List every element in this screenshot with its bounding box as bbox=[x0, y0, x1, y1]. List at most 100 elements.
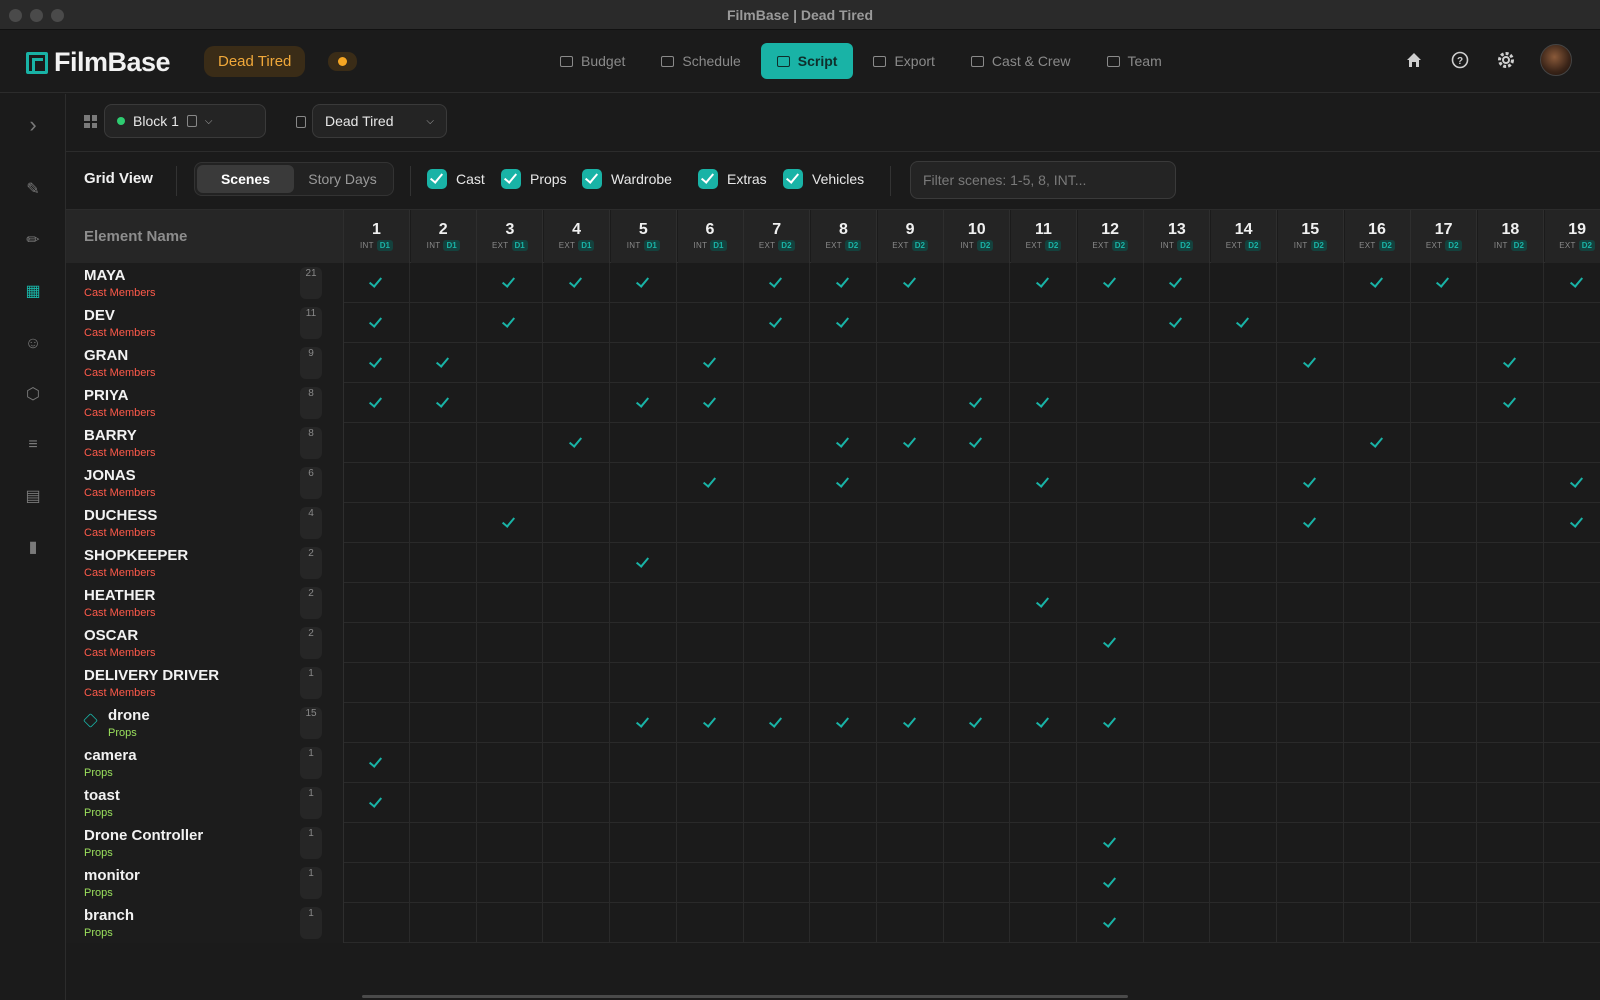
grid-cell[interactable] bbox=[811, 623, 877, 663]
element-name-cell[interactable]: camera Props 1 bbox=[66, 743, 344, 783]
grid-cell[interactable] bbox=[1345, 343, 1411, 383]
block-dropdown[interactable]: Block 1 ⌵ bbox=[104, 104, 266, 138]
scene-column-header[interactable]: 13 INT D2 bbox=[1144, 210, 1211, 263]
grid-cell[interactable] bbox=[1278, 383, 1344, 423]
grid-cell[interactable] bbox=[544, 343, 611, 383]
grid-cell[interactable] bbox=[477, 503, 544, 543]
grid-cell[interactable] bbox=[878, 343, 944, 383]
grid-cell[interactable] bbox=[1144, 863, 1211, 903]
grid-cell[interactable] bbox=[744, 663, 811, 703]
grid-cell[interactable] bbox=[1478, 703, 1544, 743]
grid-cell[interactable] bbox=[1144, 623, 1211, 663]
element-name-cell[interactable]: PRIYA Cast Members 8 bbox=[66, 383, 344, 423]
grid-cell[interactable] bbox=[544, 463, 611, 503]
grid-cell[interactable] bbox=[811, 463, 877, 503]
grid-cell[interactable] bbox=[878, 543, 944, 583]
people-icon[interactable]: ☺ bbox=[23, 334, 43, 354]
grid-cell[interactable] bbox=[1278, 583, 1344, 623]
grid-cell[interactable] bbox=[611, 343, 677, 383]
grid-cell[interactable] bbox=[344, 383, 410, 423]
grid-cell[interactable] bbox=[544, 303, 611, 343]
grid-cell[interactable] bbox=[944, 423, 1011, 463]
grid-cell[interactable] bbox=[944, 543, 1011, 583]
grid-cell[interactable] bbox=[744, 743, 811, 783]
grid-cell[interactable] bbox=[944, 583, 1011, 623]
document-icon[interactable]: ≡ bbox=[23, 435, 43, 455]
grid-cell[interactable] bbox=[1345, 823, 1411, 863]
grid-cell[interactable] bbox=[744, 583, 811, 623]
scene-column-header[interactable]: 3 EXT D1 bbox=[477, 210, 544, 263]
grid-cell[interactable] bbox=[611, 303, 677, 343]
grid-cell[interactable] bbox=[1078, 303, 1144, 343]
element-name-cell[interactable]: HEATHER Cast Members 2 bbox=[66, 583, 344, 623]
scene-column-header[interactable]: 9 EXT D2 bbox=[877, 210, 944, 263]
grid-cell[interactable] bbox=[944, 703, 1011, 743]
grid-cell[interactable] bbox=[878, 463, 944, 503]
tab-cast-crew[interactable]: Cast & Crew bbox=[955, 43, 1087, 79]
grid-cell[interactable] bbox=[1345, 303, 1411, 343]
grid-cell[interactable] bbox=[611, 503, 677, 543]
grid-cell[interactable] bbox=[1211, 463, 1278, 503]
grid-cell[interactable] bbox=[1478, 823, 1544, 863]
grid-cell[interactable] bbox=[344, 543, 410, 583]
grid-cell[interactable] bbox=[1144, 743, 1211, 783]
element-name-cell[interactable]: drone Props 15 bbox=[66, 703, 344, 743]
grid-cell[interactable] bbox=[477, 343, 544, 383]
grid-cell[interactable] bbox=[477, 823, 544, 863]
grid-cell[interactable] bbox=[1144, 783, 1211, 823]
grid-cell[interactable] bbox=[1211, 343, 1278, 383]
table-row[interactable]: SHOPKEEPER Cast Members 2 bbox=[66, 543, 1600, 583]
grid-cell[interactable] bbox=[1211, 583, 1278, 623]
grid-cell[interactable] bbox=[1345, 583, 1411, 623]
grid-cell[interactable] bbox=[811, 863, 877, 903]
grid-cell[interactable] bbox=[1211, 383, 1278, 423]
grid-cell[interactable] bbox=[411, 743, 477, 783]
tab-team[interactable]: Team bbox=[1091, 43, 1178, 79]
grid-cell[interactable] bbox=[1278, 783, 1344, 823]
grid-cell[interactable] bbox=[1278, 743, 1344, 783]
grid-cell[interactable] bbox=[1345, 623, 1411, 663]
grid-cell[interactable] bbox=[878, 663, 944, 703]
grid-cell[interactable] bbox=[611, 463, 677, 503]
grid-cell[interactable] bbox=[1478, 743, 1544, 783]
filter-extras-checkbox[interactable]: Extras bbox=[698, 169, 767, 189]
grid-cell[interactable] bbox=[1411, 383, 1478, 423]
grid-cell[interactable] bbox=[1078, 663, 1144, 703]
grid-cell[interactable] bbox=[611, 783, 677, 823]
table-row[interactable]: monitor Props 1 bbox=[66, 863, 1600, 903]
pencil-icon[interactable]: ✏ bbox=[23, 230, 43, 250]
element-name-cell[interactable]: branch Props 1 bbox=[66, 903, 344, 943]
grid-cell[interactable] bbox=[611, 663, 677, 703]
grid-cell[interactable] bbox=[1011, 463, 1077, 503]
grid-cell[interactable] bbox=[477, 383, 544, 423]
tab-script[interactable]: Script bbox=[760, 43, 854, 79]
scene-column-header[interactable]: 4 EXT D1 bbox=[544, 210, 611, 263]
grid-cell[interactable] bbox=[1011, 703, 1077, 743]
box-icon[interactable]: ⬡ bbox=[23, 384, 43, 404]
scene-column-header[interactable]: 11 EXT D2 bbox=[1011, 210, 1077, 263]
grid-cell[interactable] bbox=[1545, 583, 1600, 623]
grid-cell[interactable] bbox=[1144, 423, 1211, 463]
grid-cell[interactable] bbox=[1144, 543, 1211, 583]
grid-cell[interactable] bbox=[411, 703, 477, 743]
grid-cell[interactable] bbox=[878, 423, 944, 463]
grid-cell[interactable] bbox=[477, 863, 544, 903]
table-row[interactable]: PRIYA Cast Members 8 bbox=[66, 383, 1600, 423]
grid-cell[interactable] bbox=[344, 423, 410, 463]
grid-cell[interactable] bbox=[1011, 303, 1077, 343]
grid-cell[interactable] bbox=[944, 743, 1011, 783]
grid-cell[interactable] bbox=[411, 423, 477, 463]
grid-cell[interactable] bbox=[544, 623, 611, 663]
grid-cell[interactable] bbox=[678, 343, 744, 383]
grid-cell[interactable] bbox=[1011, 823, 1077, 863]
grid-cell[interactable] bbox=[477, 663, 544, 703]
grid-cell[interactable] bbox=[744, 463, 811, 503]
scene-column-header[interactable]: 19 EXT D2 bbox=[1544, 210, 1600, 263]
film-icon[interactable]: ▮ bbox=[23, 537, 43, 557]
grid-cell[interactable] bbox=[811, 583, 877, 623]
grid-cell[interactable] bbox=[678, 463, 744, 503]
grid-cell[interactable] bbox=[544, 263, 611, 303]
grid-cell[interactable] bbox=[611, 823, 677, 863]
grid-cell[interactable] bbox=[744, 543, 811, 583]
grid-cell[interactable] bbox=[1278, 543, 1344, 583]
